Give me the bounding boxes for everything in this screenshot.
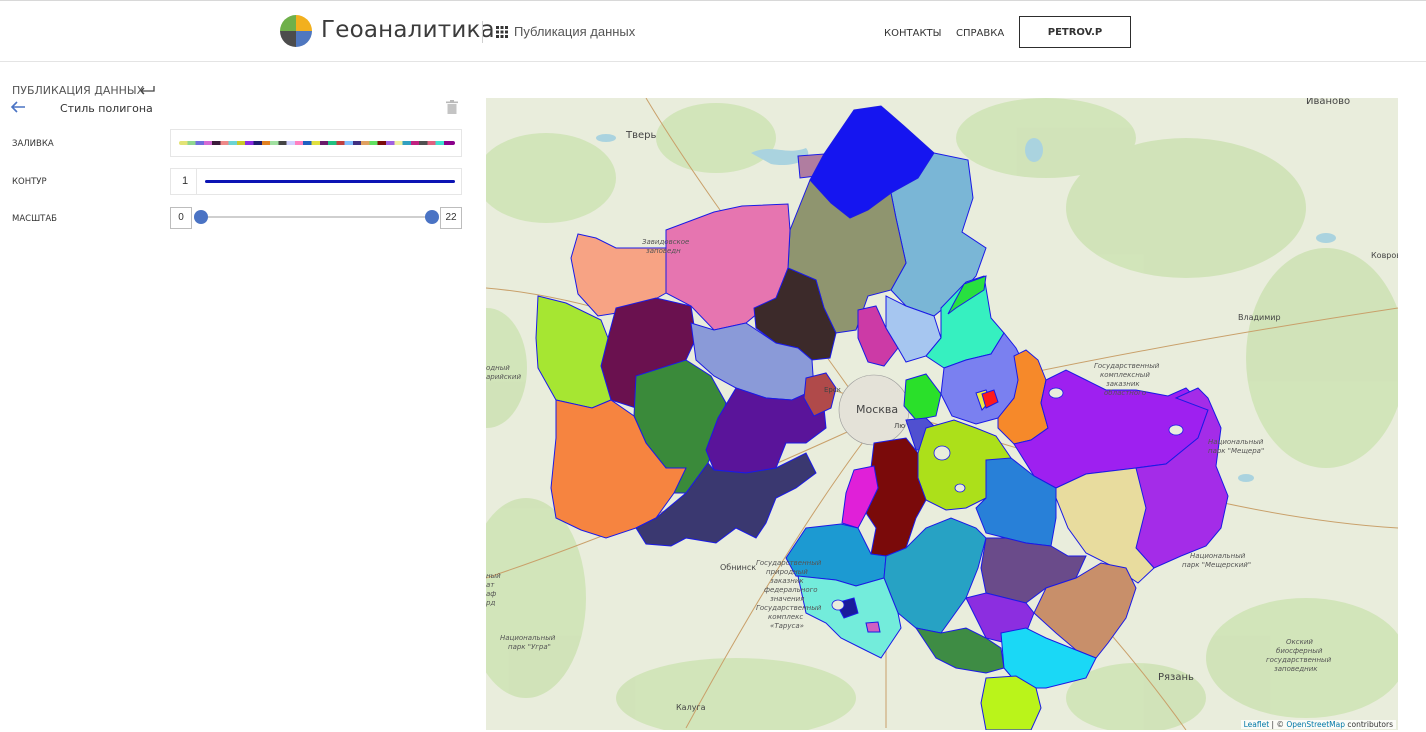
label-kaluga: Калуга bbox=[676, 703, 706, 712]
label-left-2: ат bbox=[486, 581, 495, 589]
label-tarusa-3: заказник bbox=[770, 577, 804, 585]
district-polygon[interactable] bbox=[865, 621, 881, 633]
map-canvas[interactable]: Тверь Иваново Ковров Владимир Москва Обн… bbox=[486, 98, 1398, 730]
apps-grid-icon[interactable] bbox=[496, 26, 508, 38]
geoanalytics-logo-icon[interactable] bbox=[279, 14, 313, 48]
label-tver: Тверь bbox=[625, 130, 657, 141]
label-kovrov: Ковров bbox=[1371, 251, 1398, 260]
label-tarusa-4: федерального bbox=[764, 586, 818, 594]
attribution-tail: contributors bbox=[1345, 720, 1393, 729]
label-ryazan: Рязань bbox=[1158, 672, 1194, 683]
label-left-4: рд bbox=[486, 599, 495, 607]
contour-picker[interactable]: 1 bbox=[170, 168, 462, 195]
label-vladimir: Владимир bbox=[1238, 313, 1281, 322]
nav-contacts-link[interactable]: КОНТАКТЫ bbox=[884, 28, 941, 39]
label-zavidovo: Завидовское bbox=[642, 238, 689, 246]
label-tarusa-1: Государственный bbox=[756, 559, 822, 567]
label-oka-2: биосферный bbox=[1276, 647, 1323, 655]
leaflet-link[interactable]: Leaflet bbox=[1244, 720, 1270, 729]
label-tarusa-5: значения bbox=[770, 595, 804, 603]
scale-min-handle[interactable] bbox=[194, 210, 208, 224]
label-meshchera-2: парк "Мещера" bbox=[1208, 447, 1264, 455]
map-attribution: Leaflet | © OpenStreetMap contributors bbox=[1240, 720, 1396, 729]
openstreetmap-link[interactable]: OpenStreetMap bbox=[1286, 720, 1345, 729]
label-oka-3: государственный bbox=[1266, 656, 1332, 664]
label-west-2: арийский bbox=[486, 373, 521, 381]
label-moscow: Москва bbox=[856, 403, 898, 416]
label-west-1: одный bbox=[486, 364, 510, 372]
top-header: Геоаналитика Публикация данных КОНТАКТЫ … bbox=[0, 0, 1426, 62]
label-meshchera-1: Национальный bbox=[1208, 438, 1264, 446]
trash-icon[interactable] bbox=[446, 100, 458, 114]
label-zakaznik-4: областного bbox=[1104, 389, 1146, 397]
label-oka-4: заповедник bbox=[1274, 665, 1318, 673]
label-oka-1: Окский bbox=[1286, 638, 1313, 646]
label-ugra-2: парк "Угра" bbox=[508, 643, 551, 651]
nav-help-link[interactable]: СПРАВКА bbox=[956, 28, 1004, 39]
label-ivanovo: Иваново bbox=[1306, 98, 1350, 107]
scale-max-handle[interactable] bbox=[425, 210, 439, 224]
map-view[interactable]: Тверь Иваново Ковров Владимир Москва Обн… bbox=[486, 98, 1398, 730]
label-tarusa-8: «Таруса» bbox=[770, 622, 804, 630]
label-tarusa-2: природный bbox=[766, 568, 808, 576]
label-tarusa-6: Государственный bbox=[756, 604, 822, 612]
return-arrow-icon[interactable] bbox=[138, 84, 156, 96]
label-meshcherskiy-2: парк "Мещерский" bbox=[1182, 561, 1251, 569]
polygon-style-title: Стиль полигона bbox=[60, 102, 153, 115]
scale-slider-track[interactable] bbox=[200, 216, 432, 218]
panel-title: ПУБЛИКАЦИЯ ДАННЫХ bbox=[12, 84, 145, 97]
fill-palette-strip bbox=[179, 141, 455, 145]
label-meshcherskiy-1: Национальный bbox=[1190, 552, 1246, 560]
label-ugra-1: Национальный bbox=[500, 634, 556, 642]
label-zakaznik-2: комплексный bbox=[1100, 371, 1150, 379]
contour-label: КОНТУР bbox=[12, 177, 47, 187]
label-left-1: ный bbox=[486, 572, 501, 580]
label-left-3: аф bbox=[486, 590, 496, 598]
user-account-button[interactable]: PETROV.P bbox=[1019, 16, 1131, 48]
scale-min-input[interactable]: 0 bbox=[170, 207, 192, 229]
attribution-separator: | © bbox=[1269, 720, 1287, 729]
label-lyu: Лю bbox=[894, 422, 905, 430]
contour-width-value[interactable]: 1 bbox=[182, 175, 188, 187]
scale-label: МАСШТАБ bbox=[12, 214, 58, 224]
contour-divider bbox=[196, 169, 197, 194]
scale-max-input[interactable]: 22 bbox=[440, 207, 462, 229]
brand-name[interactable]: Геоаналитика bbox=[321, 17, 495, 43]
header-divider bbox=[482, 21, 483, 43]
contour-color-swatch[interactable] bbox=[205, 180, 455, 183]
label-zavidovo-2: заповедн bbox=[646, 247, 681, 255]
fill-label: ЗАЛИВКА bbox=[12, 139, 54, 149]
label-tarusa-7: комплекс bbox=[768, 613, 803, 621]
label-zakaznik-1: Государственный bbox=[1094, 362, 1160, 370]
fill-palette-picker[interactable] bbox=[170, 129, 462, 157]
back-arrow-icon[interactable] bbox=[10, 100, 26, 114]
label-ersk: Ерск bbox=[824, 386, 841, 394]
label-obninsk: Обнинск bbox=[720, 563, 756, 572]
label-zakaznik-3: заказник bbox=[1106, 380, 1140, 388]
section-title[interactable]: Публикация данных bbox=[514, 24, 635, 39]
